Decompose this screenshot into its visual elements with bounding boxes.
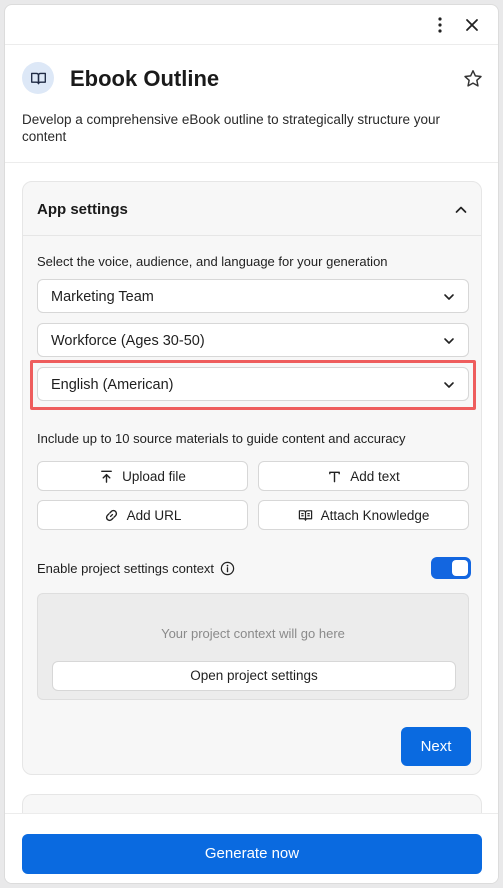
add-url-button[interactable]: Add URL <box>37 500 248 530</box>
audience-select[interactable]: Workforce (Ages 30-50) <box>37 323 469 357</box>
voice-value: Marketing Team <box>51 289 154 305</box>
chevron-down-icon <box>444 382 454 388</box>
audience-value: Workforce (Ages 30-50) <box>51 333 205 349</box>
upload-file-label: Upload file <box>122 468 186 484</box>
app-badge <box>22 62 54 94</box>
project-context-label: Enable project settings context <box>37 561 215 576</box>
chevron-down-icon <box>444 294 454 300</box>
attach-knowledge-label: Attach Knowledge <box>320 507 430 523</box>
app-settings-title: App settings <box>37 201 128 218</box>
upload-file-button[interactable]: Upload file <box>37 461 248 491</box>
language-select[interactable]: English (American) <box>37 367 469 401</box>
top-bar <box>5 5 498 45</box>
app-panel: Ebook Outline Develop a comprehensive eB… <box>4 4 499 884</box>
app-description: Develop a comprehensive eBook outline to… <box>22 112 440 144</box>
text-icon <box>329 471 341 482</box>
app-settings-header[interactable]: App settings <box>23 182 481 236</box>
project-context-box: Your project context will go here Open p… <box>37 593 469 700</box>
kebab-menu-icon[interactable] <box>430 15 450 35</box>
app-settings-card: App settings Select the voice, audience,… <box>22 181 482 775</box>
toggle-knob <box>452 560 468 576</box>
next-button[interactable]: Next <box>401 727 471 766</box>
info-icon[interactable] <box>220 561 235 576</box>
attach-knowledge-button[interactable]: Attach Knowledge <box>258 500 469 530</box>
chevron-down-icon <box>444 338 454 344</box>
app-header: Ebook Outline <box>22 62 484 102</box>
voice-select[interactable]: Marketing Team <box>37 279 469 313</box>
sources-label: Include up to 10 source materials to gui… <box>37 431 406 446</box>
add-text-label: Add text <box>350 468 400 484</box>
close-icon[interactable] <box>462 15 482 35</box>
project-context-label-row: Enable project settings context <box>37 561 235 576</box>
language-value: English (American) <box>51 377 174 393</box>
project-context-toggle[interactable] <box>431 557 471 579</box>
upload-icon <box>101 470 112 483</box>
project-context-placeholder: Your project context will go here <box>161 626 345 641</box>
knowledge-icon <box>298 509 312 521</box>
book-icon <box>30 72 46 84</box>
footer-bar: Generate now <box>5 813 498 883</box>
add-text-button[interactable]: Add text <box>258 461 469 491</box>
add-url-label: Add URL <box>126 507 182 523</box>
divider <box>5 162 498 163</box>
link-icon <box>105 509 117 521</box>
voice-audience-language-label: Select the voice, audience, and language… <box>37 254 388 269</box>
star-icon[interactable] <box>462 68 484 90</box>
open-project-settings-button[interactable]: Open project settings <box>52 661 456 691</box>
page-title: Ebook Outline <box>70 66 220 91</box>
chevron-up-icon[interactable] <box>453 202 469 218</box>
generate-now-button[interactable]: Generate now <box>22 834 482 874</box>
